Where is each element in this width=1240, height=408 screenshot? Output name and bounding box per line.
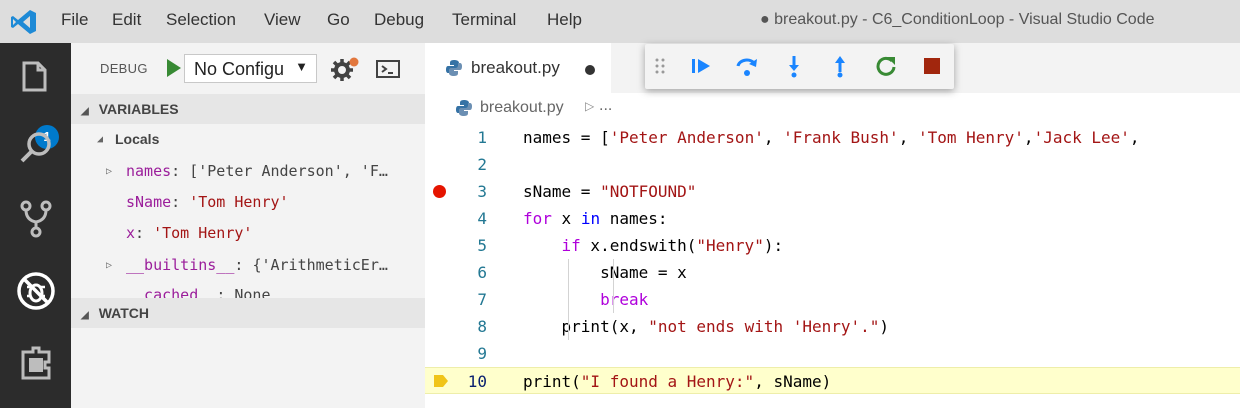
launch-config-select[interactable]: No Configu ▼ [184, 54, 317, 83]
step-over-icon[interactable] [734, 53, 760, 79]
code-text: print("I found a Henry:", sName) [523, 372, 832, 391]
breadcrumb-more[interactable]: ... [599, 97, 612, 115]
variable-row-sname[interactable]: sName: 'Tom Henry' [71, 188, 425, 218]
tab-breakout-py[interactable]: breakout.py [425, 43, 611, 93]
activity-bar: 1 [0, 43, 71, 408]
chevron-down-icon: ▼ [295, 59, 308, 74]
python-file-icon [446, 60, 462, 76]
step-out-icon[interactable] [827, 53, 853, 79]
gear-icon[interactable] [330, 55, 360, 83]
breadcrumb-file[interactable]: breakout.py [480, 99, 564, 117]
chevron-right-icon[interactable]: ▷ [106, 260, 112, 271]
indent-guide [568, 259, 569, 340]
editor-area: breakout.py breakout.py ▷ ... 1 names = … [425, 43, 1240, 408]
start-debugging-button[interactable] [161, 55, 185, 81]
code-line-5[interactable]: 5 if x.endswith("Henry"): [425, 232, 1240, 259]
variable-row-x[interactable]: x: 'Tom Henry' [71, 219, 425, 249]
indent-guide [613, 259, 614, 313]
step-into-icon[interactable] [781, 53, 807, 79]
code-text: names = ['Peter Anderson', 'Frank Bush',… [523, 128, 1140, 147]
code-line-1[interactable]: 1 names = ['Peter Anderson', 'Frank Bush… [425, 124, 1240, 151]
breadcrumb: breakout.py ▷ ... [425, 93, 1240, 123]
code-text: print(x, "not ends with 'Henry'.") [523, 317, 890, 336]
variable-row-cached[interactable]: __cached__: None [71, 281, 425, 298]
menu-edit[interactable]: Edit [112, 10, 141, 30]
debug-view-title: DEBUG [100, 61, 148, 76]
stop-icon[interactable] [919, 53, 945, 79]
code-line-4[interactable]: 4 for x in names: [425, 205, 1240, 232]
code-line-6[interactable]: 6 sName = x [425, 259, 1240, 286]
code-text: sName = "NOTFOUND" [523, 182, 697, 201]
chevron-right-icon[interactable]: ▷ [106, 166, 112, 177]
chevron-down-icon: ◢ [97, 134, 104, 145]
vscode-logo-icon [11, 10, 36, 34]
code-text: for x in names: [523, 209, 668, 228]
source-control-icon[interactable] [14, 197, 58, 241]
debug-icon[interactable] [14, 269, 58, 313]
variable-row-builtins[interactable]: ▷ __builtins__: {'ArithmeticEr… [71, 251, 425, 281]
menu-debug[interactable]: Debug [374, 10, 424, 30]
code-line-7[interactable]: 7 break [425, 286, 1240, 313]
title-bar: File Edit Selection View Go Debug Termin… [0, 0, 1240, 43]
code-text: sName = x [523, 263, 687, 282]
code-text: break [600, 290, 649, 309]
variables-section-header[interactable]: ◢ VARIABLES [71, 94, 425, 124]
launch-config-value: No Configu [194, 59, 285, 79]
search-icon[interactable] [14, 126, 58, 170]
code-line-3[interactable]: 3 sName = "NOTFOUND" [425, 178, 1240, 205]
menu-view[interactable]: View [264, 10, 301, 30]
menu-selection[interactable]: Selection [166, 10, 236, 30]
extensions-icon[interactable] [14, 341, 58, 385]
menu-help[interactable]: Help [547, 10, 582, 30]
debug-toolbar: DEBUG No Configu ▼ [71, 43, 425, 93]
continue-icon[interactable] [688, 53, 714, 79]
menu-terminal[interactable]: Terminal [452, 10, 516, 30]
menu-file[interactable]: File [61, 10, 88, 30]
code-text: if x.endswith("Henry"): [561, 236, 784, 255]
unsaved-dot-icon[interactable] [585, 65, 595, 75]
variable-row-names[interactable]: ▷ names: ['Peter Anderson', 'F… [71, 157, 425, 187]
window-title: ● breakout.py - C6_ConditionLoop - Visua… [760, 11, 1155, 28]
breakpoint-icon[interactable] [433, 185, 446, 198]
chevron-down-icon: ◢ [81, 310, 89, 321]
restart-icon[interactable] [873, 53, 899, 79]
tab-label: breakout.py [471, 58, 560, 77]
files-icon[interactable] [14, 55, 58, 99]
locals-scope[interactable]: ◢ Locals [71, 125, 425, 155]
watch-section-header[interactable]: ◢ WATCH [71, 298, 425, 328]
floating-debug-toolbar [645, 44, 954, 89]
debug-console-icon[interactable] [374, 55, 402, 83]
code-line-9[interactable]: 9 [425, 340, 1240, 367]
code-line-10-current[interactable]: 10 print("I found a Henry:", sName) [425, 367, 1240, 394]
menu-go[interactable]: Go [327, 10, 350, 30]
debug-sidebar: DEBUG No Configu ▼ ◢ VARIABLES ◢ Locals … [71, 43, 425, 408]
python-file-icon [456, 100, 472, 116]
code-line-2[interactable]: 2 [425, 151, 1240, 178]
chevron-right-icon: ▷ [585, 99, 595, 113]
chevron-down-icon: ◢ [81, 106, 89, 117]
code-line-8[interactable]: 8 print(x, "not ends with 'Henry'.") [425, 313, 1240, 340]
current-statement-icon [434, 375, 448, 387]
drag-handle-icon[interactable] [653, 53, 667, 79]
